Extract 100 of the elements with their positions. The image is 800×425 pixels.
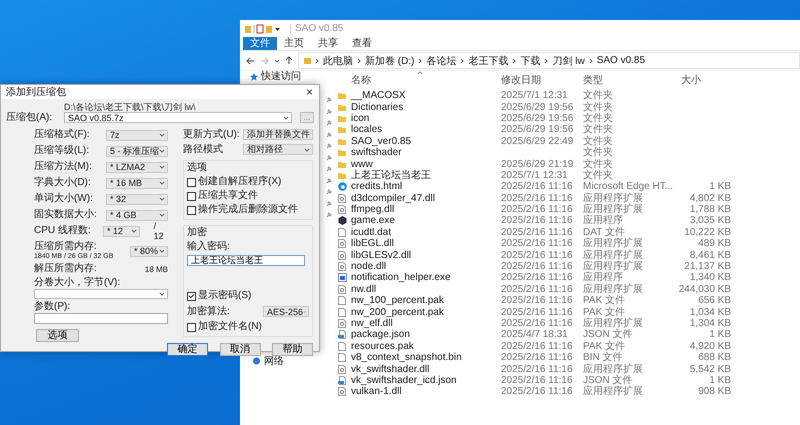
checkbox-label[interactable]: 操作完成后删除源文件 [198, 204, 298, 216]
file-name[interactable]: resources.pak [351, 340, 501, 352]
dialog-button[interactable]: 确定 [167, 343, 208, 356]
ribbon-tab[interactable]: 查看 [345, 37, 379, 50]
column-header[interactable]: 大小 [675, 73, 737, 87]
file-name[interactable]: nw.dll [351, 284, 501, 295]
up-arrow-icon[interactable] [285, 56, 293, 65]
file-name[interactable]: v8_context_snapshot.bin [351, 352, 501, 364]
file-size: 908 KB [697, 386, 731, 398]
file-name[interactable]: notification_helper.exe [351, 272, 501, 284]
checkbox-label[interactable]: 显示密码(S) [198, 290, 252, 302]
file-name[interactable]: d3dcompiler_47.dll [351, 192, 501, 204]
dropdown[interactable]: 相对路径 [243, 144, 313, 155]
checkbox-label[interactable]: 创建自解压程序(X) [198, 176, 282, 188]
pin-icon[interactable] [326, 212, 332, 218]
pin-icon[interactable] [326, 178, 332, 184]
dropdown-caret-icon[interactable] [274, 58, 280, 62]
dialog-button[interactable]: 帮助 [272, 343, 313, 356]
dropdown[interactable]: * 32 [106, 194, 168, 204]
breadcrumb-item[interactable]: 刀剑 lw [552, 54, 585, 68]
dropdown[interactable]: 5 - 标准压缩 [106, 146, 168, 156]
dialog-button[interactable]: 取消 [220, 343, 260, 356]
file-name[interactable]: Dictionaries [351, 102, 501, 113]
close-button[interactable]: × [300, 85, 319, 99]
parameters-field[interactable] [34, 313, 168, 324]
column-header[interactable]: 名称 [351, 73, 501, 87]
pin-icon[interactable] [326, 200, 332, 206]
file-name[interactable]: icudtl.dat [351, 226, 501, 238]
ribbon-tab[interactable]: 文件 [243, 37, 277, 50]
back-arrow-icon[interactable] [246, 56, 255, 64]
pin-icon[interactable] [326, 120, 332, 126]
file-name[interactable]: SAO_ver0.85 [351, 136, 501, 147]
column-header[interactable]: 类型 [583, 73, 675, 87]
file-name[interactable]: swiftshader [351, 147, 501, 158]
file-date: 2025/2/16 11:16 [501, 250, 574, 261]
group-title: 选项 [187, 162, 208, 174]
volume-size-dropdown[interactable] [34, 289, 168, 299]
checkbox[interactable] [187, 322, 196, 332]
nav-item[interactable]: 网络 [264, 354, 284, 368]
nav-item[interactable]: 快速访问 [261, 71, 301, 82]
file-name[interactable]: vk_swiftshader.dll [351, 364, 501, 375]
file-name[interactable]: nw_100_percent.pak [351, 295, 501, 306]
column-header[interactable]: 修改日期 [501, 73, 583, 87]
file-name[interactable]: game.exe [351, 215, 501, 226]
dropdown[interactable]: 添加并替换文件 [243, 129, 313, 140]
forward-arrow-icon[interactable] [260, 56, 269, 64]
breadcrumb-item[interactable]: SAO v0.85 [596, 55, 646, 66]
file-name[interactable]: nw_elf.dll [351, 318, 501, 329]
dropdown[interactable]: * 4 GB [106, 210, 168, 220]
file-name[interactable]: icon [351, 112, 501, 124]
pin-icon[interactable] [326, 108, 332, 114]
file-name[interactable]: 上老王论坛当老王 [351, 170, 501, 181]
pin-icon[interactable] [326, 166, 332, 172]
checkbox[interactable] [187, 178, 196, 186]
file-name[interactable]: node.dll [351, 261, 501, 272]
file-name[interactable]: ffmpeg.dll [351, 204, 501, 216]
checkbox[interactable] [187, 206, 196, 214]
breadcrumb-item[interactable]: 各论坛 [426, 54, 456, 68]
address-bar[interactable]: 此电脑 新加卷 (D:) 各论坛 老王下载 下载 刀剑 lw SAO v0.85 [298, 52, 800, 69]
file-name[interactable]: credits.html [351, 181, 501, 192]
dropdown[interactable]: * 80% [130, 246, 168, 256]
checkbox[interactable] [187, 192, 196, 200]
dropdown[interactable]: 7z [106, 130, 168, 140]
breadcrumb-item[interactable]: 新加卷 (D:) [365, 54, 414, 68]
breadcrumb-item[interactable]: 下载 [520, 54, 540, 68]
checkbox-label[interactable]: 加密文件名(N) [198, 321, 262, 333]
file-type: PAK 文件 [583, 295, 626, 306]
pin-icon[interactable] [326, 97, 332, 103]
file-name[interactable]: vk_swiftshader_icd.json [351, 374, 501, 386]
file-name[interactable]: libGLESv2.dll [351, 250, 501, 261]
file-name[interactable]: nw_200_percent.pak [351, 306, 501, 318]
archive-name-field[interactable]: SAO v0.85.7z [64, 112, 292, 123]
options-button[interactable]: 选项 [36, 329, 79, 342]
pin-icon[interactable] [326, 154, 332, 160]
pin-icon[interactable] [326, 189, 332, 195]
file-name[interactable]: locales [351, 124, 501, 136]
file-name[interactable]: package.json [351, 329, 501, 340]
ribbon-tab[interactable]: 主页 [277, 37, 311, 50]
ribbon-tab[interactable]: 共享 [311, 37, 345, 50]
browse-button[interactable]: ... [300, 112, 314, 123]
file-name[interactable]: www [351, 158, 501, 170]
dropdown[interactable]: * LZMA2 [106, 162, 168, 172]
breadcrumb-item[interactable]: 老王下载 [468, 54, 508, 68]
pin-icon[interactable] [326, 143, 332, 149]
checkbox-label[interactable]: 压缩共享文件 [198, 190, 258, 202]
field-label: 输入密码: [187, 241, 231, 253]
pin-icon[interactable] [326, 132, 332, 138]
dropdown[interactable]: * 16 MB [106, 178, 168, 188]
file-type: 文件夹 [583, 136, 614, 147]
checkbox[interactable] [187, 292, 196, 300]
file-size: 1,034 KB [688, 306, 731, 318]
caret-icon [283, 116, 289, 120]
dropdown[interactable]: * 12 [102, 226, 140, 236]
dropdown[interactable]: AES-256 [263, 306, 309, 317]
file-type: 应用程序扩展 [583, 318, 644, 329]
file-name[interactable]: __MACOSX [351, 90, 501, 102]
file-name[interactable]: libEGL.dll [351, 238, 501, 250]
breadcrumb-item[interactable]: 此电脑 [323, 54, 353, 68]
file-name[interactable]: vulkan-1.dll [351, 386, 501, 398]
field-label: 更新方式(U): [183, 128, 240, 140]
